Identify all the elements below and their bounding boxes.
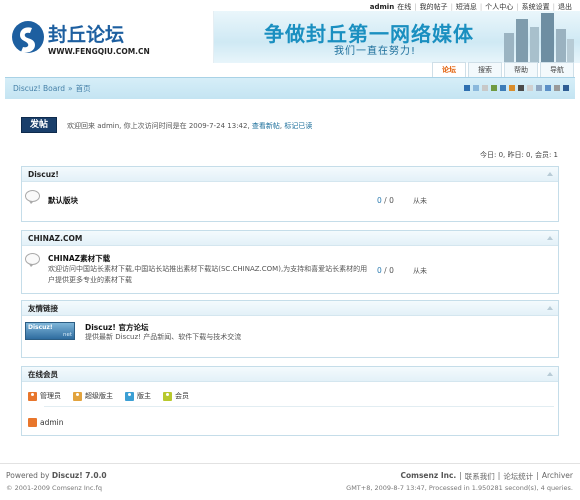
welcome-message: 欢迎回来 admin, 你上次访问时间是在 2009-7-24 13:42, 查… xyxy=(67,122,313,130)
board-stats: 今日: 0, 昨日: 0, 会员: 1 xyxy=(479,151,558,159)
breadcrumb-bar: Discuz! Board » 首页 xyxy=(5,77,575,99)
tab-forum[interactable]: 论坛 xyxy=(432,62,466,77)
online-members-box: 在线会员 管理员 超级版主 版主 会员 admin xyxy=(21,366,559,436)
banner-slogan-sub: 我们一直在努力! xyxy=(334,46,417,57)
online-members-title: 在线会员 xyxy=(22,367,558,382)
last-post: 从未 xyxy=(413,267,427,275)
forum-description: 欢迎访问中国站长素材下载,中国站长站推出素材下载站(SC.CHINAZ.COM)… xyxy=(48,265,368,284)
archiver-link[interactable]: Archiver xyxy=(542,471,573,482)
online-user[interactable]: admin xyxy=(28,418,64,427)
mark-read-link[interactable]: 标记已读 xyxy=(284,122,312,130)
view-new-posts-link[interactable]: 查看新帖 xyxy=(252,122,280,130)
category-title: CHINAZ.COM xyxy=(22,231,558,246)
collapse-icon[interactable] xyxy=(547,236,553,240)
theme-swatch-10[interactable] xyxy=(554,85,560,91)
super-moderator-icon xyxy=(73,391,82,401)
thread-count: 0 xyxy=(377,266,382,275)
theme-swatch-2[interactable] xyxy=(482,85,488,91)
category-discuz: Discuz! 默认版块 0 / 0 从未 xyxy=(21,166,559,222)
friend-links-title: 友情链接 xyxy=(22,301,558,316)
forum-status-icon xyxy=(25,190,40,204)
theme-swatch-8[interactable] xyxy=(536,85,542,91)
breadcrumb-home[interactable]: Discuz! Board xyxy=(13,84,65,93)
collapse-icon[interactable] xyxy=(547,372,553,376)
theme-swatch-11[interactable] xyxy=(563,85,569,91)
forum-name-link[interactable]: CHINAZ素材下载 xyxy=(48,253,110,264)
forum-counts: 0 / 0 xyxy=(377,196,394,205)
theme-swatch-9[interactable] xyxy=(545,85,551,91)
company-link[interactable]: Comsenz Inc. xyxy=(400,471,456,482)
new-post-button[interactable]: 发帖 xyxy=(21,117,57,133)
post-count: 0 xyxy=(389,196,394,205)
discuz-logo[interactable]: Discuz! net xyxy=(25,322,75,340)
user-toolbar: admin 在线 | 我的帖子 | 短消息 | 个人中心 | 系统设置 | 退出 xyxy=(369,2,572,12)
logout-link[interactable]: 退出 xyxy=(558,2,572,12)
site-logo[interactable]: 封丘论坛 WWW.FENGQIU.COM.CN xyxy=(10,17,150,59)
theme-swatch-0[interactable] xyxy=(464,85,470,91)
forum-name-link[interactable]: 默认版块 xyxy=(48,195,78,206)
theme-swatch-1[interactable] xyxy=(473,85,479,91)
legend-admin: 管理员 xyxy=(28,391,61,401)
tab-search[interactable]: 搜索 xyxy=(468,62,502,77)
welcome-text: 欢迎回来 admin, 你上次访问时间是在 2009-7-24 13:42, xyxy=(67,122,250,130)
divider xyxy=(44,406,554,407)
theme-swatch-5[interactable] xyxy=(509,85,515,91)
friend-link-description: 提供最新 Discuz! 产品新闻、软件下载与技术交流 xyxy=(85,333,242,341)
member-legend: 管理员 超级版主 版主 会员 xyxy=(28,391,189,401)
theme-swatch-3[interactable] xyxy=(491,85,497,91)
last-post: 从未 xyxy=(413,197,427,205)
header: 封丘论坛 WWW.FENGQIU.COM.CN 争做封丘第一网络媒体 我们一直在… xyxy=(0,11,580,63)
legend-moderator: 版主 xyxy=(125,391,151,401)
stats-link[interactable]: 论坛统计 xyxy=(503,471,533,482)
breadcrumb-separator: » xyxy=(68,84,73,93)
legend-super-moderator: 超级版主 xyxy=(73,391,113,401)
powered-by-link[interactable]: Discuz! 7.0.0 xyxy=(52,471,107,480)
category-title: Discuz! xyxy=(22,167,558,182)
admin-icon xyxy=(28,418,37,427)
processing-info: GMT+8, 2009-8-7 13:47, Processed in 1.95… xyxy=(346,484,573,492)
header-banner: 争做封丘第一网络媒体 我们一直在努力! xyxy=(213,11,580,63)
admin-icon xyxy=(28,391,37,401)
messages-link[interactable]: 短消息 xyxy=(456,2,477,12)
powered-by: Powered by Discuz! 7.0.0 xyxy=(6,471,107,480)
legend-member: 会员 xyxy=(163,391,189,401)
logo-name: 封丘论坛 xyxy=(48,23,124,46)
forum-status-icon xyxy=(25,253,40,267)
copyright: © 2001-2009 Comsenz Inc.fq xyxy=(6,484,102,492)
category-chinaz: CHINAZ.COM CHINAZ素材下载 欢迎访问中国站长素材下载,中国站长站… xyxy=(21,230,559,294)
footer: Powered by Discuz! 7.0.0 © 2001-2009 Com… xyxy=(0,463,580,500)
post-count: 0 xyxy=(389,266,394,275)
friend-links-box: 友情链接 Discuz! net Discuz! 官方论坛 提供最新 Discu… xyxy=(21,300,559,358)
city-skyline-icon xyxy=(504,13,574,63)
theme-swatch-6[interactable] xyxy=(518,85,524,91)
username-link[interactable]: admin xyxy=(370,3,394,11)
moderator-icon xyxy=(125,391,134,401)
online-status: 在线 xyxy=(397,2,412,11)
settings-link[interactable]: 系统设置 xyxy=(522,2,550,12)
online-username[interactable]: admin xyxy=(40,418,64,427)
thread-count: 0 xyxy=(377,196,382,205)
member-icon xyxy=(163,391,172,401)
collapse-icon[interactable] xyxy=(547,172,553,176)
forum-counts: 0 / 0 xyxy=(377,266,394,275)
logo-url: WWW.FENGQIU.COM.CN xyxy=(48,47,150,56)
profile-link[interactable]: 个人中心 xyxy=(485,2,513,12)
contact-link[interactable]: 联系我们 xyxy=(465,471,495,482)
tab-navigation[interactable]: 导航 xyxy=(540,62,574,77)
my-posts-link[interactable]: 我的帖子 xyxy=(420,2,448,12)
main-nav: 论坛 搜索 帮助 导航 xyxy=(432,62,574,77)
collapse-icon[interactable] xyxy=(547,306,553,310)
theme-swatches xyxy=(464,85,569,91)
footer-links: Comsenz Inc. | 联系我们 | 论坛统计 | Archiver xyxy=(400,471,573,482)
tab-help[interactable]: 帮助 xyxy=(504,62,538,77)
breadcrumb-current: 首页 xyxy=(75,84,91,93)
theme-swatch-7[interactable] xyxy=(527,85,533,91)
forum-page: admin 在线 | 我的帖子 | 短消息 | 个人中心 | 系统设置 | 退出… xyxy=(0,0,580,500)
theme-swatch-4[interactable] xyxy=(500,85,506,91)
